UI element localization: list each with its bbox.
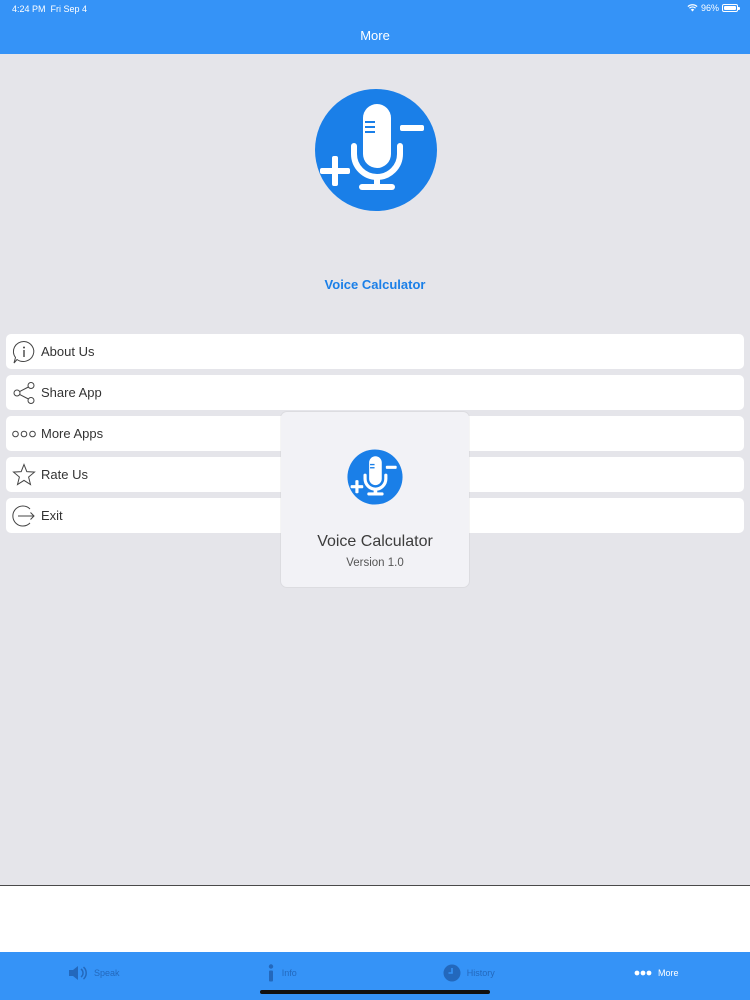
tab-label: More xyxy=(657,968,679,978)
microphone-calculator-logo-icon xyxy=(347,449,403,505)
status-time-text: 4:24 PM xyxy=(12,4,46,14)
share-icon xyxy=(11,380,37,406)
more-dots-icon xyxy=(11,421,37,447)
menu-item-label: Share App xyxy=(41,385,102,400)
menu-item-label: More Apps xyxy=(41,426,104,441)
popup-title: Voice Calculator xyxy=(317,533,433,550)
more-dots-icon xyxy=(634,970,652,976)
exit-icon xyxy=(11,503,37,529)
popup-version: Version 1.0 xyxy=(346,557,404,569)
tab-label: Speak xyxy=(93,968,120,978)
menu-item-share-app[interactable]: Share App xyxy=(6,375,744,410)
info-icon xyxy=(266,964,276,982)
menu-item-label: Exit xyxy=(41,508,63,523)
battery-level xyxy=(724,6,736,10)
bottom-panel xyxy=(0,885,750,952)
menu-item-label: Rate Us xyxy=(41,467,88,482)
clock-icon xyxy=(443,964,461,982)
status-date-text: Fri Sep 4 xyxy=(50,4,88,14)
about-popup: Voice Calculator Version 1.0 xyxy=(281,412,469,587)
tab-label: History xyxy=(466,968,495,978)
tab-label: Info xyxy=(281,968,297,978)
info-icon xyxy=(11,339,37,365)
status-time: 4:24 PM Fri Sep 4 xyxy=(12,4,87,14)
speaker-icon xyxy=(68,965,88,981)
home-indicator xyxy=(260,990,490,994)
status-indicators: 96% xyxy=(687,3,740,13)
star-icon xyxy=(11,462,37,488)
menu-item-about-us[interactable]: About Us xyxy=(6,334,744,369)
microphone-calculator-logo-icon xyxy=(315,89,437,211)
tab-more[interactable]: More xyxy=(563,952,750,1000)
page-title: More xyxy=(360,28,390,43)
tab-speak[interactable]: Speak xyxy=(0,952,188,1000)
app-name: Voice Calculator xyxy=(324,277,426,292)
top-bar: 4:24 PM Fri Sep 4 96% More xyxy=(0,0,750,54)
menu-item-label: About Us xyxy=(41,344,95,359)
wifi-icon xyxy=(687,4,698,12)
battery-icon xyxy=(722,4,740,12)
battery-percent: 96% xyxy=(700,3,719,13)
